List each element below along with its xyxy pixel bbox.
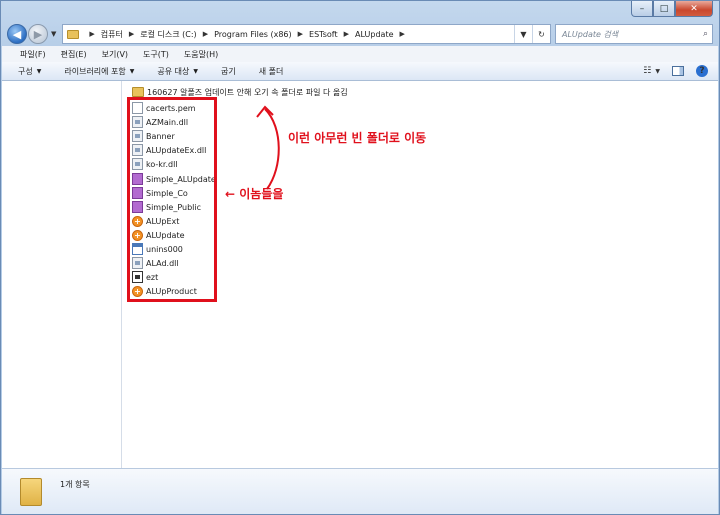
menu-tools[interactable]: 도구(T) — [143, 49, 169, 60]
recent-pages-dropdown[interactable]: ▼ — [51, 30, 56, 38]
chevron-down-icon: ▼ — [36, 67, 42, 75]
burn-label: 굽기 — [221, 66, 236, 76]
address-dropdown-icon[interactable]: ▼ — [514, 25, 532, 43]
refresh-icon[interactable]: ↻ — [532, 25, 550, 43]
details-pane: 1개 항목 — [2, 468, 718, 514]
explorer-window: – □ ✕ ◀ ▶ ▼ ▶ 컴퓨터 ▶ 로컬 디스크 (C:) ▶ Progra… — [0, 0, 720, 515]
minimize-button[interactable]: – — [631, 1, 653, 17]
view-options-dropdown[interactable]: ▼ — [655, 68, 660, 75]
menu-bar: 파일(F) 편집(E) 보기(V) 도구(T) 도움말(H) — [2, 46, 718, 62]
annotation-highlight-box — [127, 97, 217, 302]
annotation-curved-arrow — [256, 105, 280, 190]
change-view-icon[interactable]: ☷ — [643, 66, 651, 76]
help-icon[interactable]: ? — [696, 65, 708, 77]
breadcrumb-estsoft[interactable]: ESTsoft — [309, 30, 338, 39]
menu-file[interactable]: 파일(F) — [20, 49, 46, 60]
new-folder-label: 새 폴더 — [258, 66, 284, 76]
menu-view[interactable]: 보기(V) — [102, 49, 128, 60]
annotation-move-note: 이런 아무런 빈 폴더로 이동 — [288, 131, 427, 145]
search-input[interactable]: ALUpdate 검색 ⌕ — [555, 24, 713, 44]
organize-label: 구성 — [18, 66, 33, 76]
folder-icon — [132, 87, 144, 97]
search-placeholder: ALUpdate 검색 — [562, 29, 619, 39]
include-in-library-button[interactable]: 라이브러리에 포함 ▼ — [64, 66, 134, 77]
navigation-row: ◀ ▶ ▼ ▶ 컴퓨터 ▶ 로컬 디스크 (C:) ▶ Program File… — [7, 22, 713, 46]
chevron-down-icon: ▼ — [193, 67, 199, 75]
chevron-down-icon: ▼ — [129, 67, 135, 75]
menu-help[interactable]: 도움말(H) — [184, 49, 218, 60]
chevron-right-icon[interactable]: ▶ — [344, 30, 349, 38]
chevron-right-icon[interactable]: ▶ — [203, 30, 208, 38]
forward-button[interactable]: ▶ — [28, 24, 48, 44]
chevron-right-icon[interactable]: ▶ — [400, 30, 405, 38]
breadcrumb-program-files[interactable]: Program Files (x86) — [214, 30, 292, 39]
breadcrumb-computer[interactable]: 컴퓨터 — [101, 29, 123, 40]
back-arrow-icon: ◀ — [12, 27, 22, 41]
share-with-label: 공유 대상 — [157, 66, 190, 76]
organize-button[interactable]: 구성 ▼ — [18, 66, 41, 77]
chevron-right-icon[interactable]: ▶ — [89, 30, 94, 38]
close-button[interactable]: ✕ — [675, 1, 713, 17]
breadcrumb-alupdate[interactable]: ALUpdate — [355, 30, 394, 39]
folder-icon — [20, 478, 42, 506]
include-in-library-label: 라이브러리에 포함 — [64, 66, 126, 76]
breadcrumb-local-disk[interactable]: 로컬 디스크 (C:) — [140, 29, 196, 40]
item-count: 1개 항목 — [60, 480, 90, 489]
forward-arrow-icon: ▶ — [33, 27, 43, 41]
file-name: 160627 알폴즈 업데이트 안해 오기 속 폴더로 파일 다 옮김 — [147, 87, 348, 97]
caption-buttons: – □ ✕ — [631, 1, 713, 17]
back-button[interactable]: ◀ — [7, 24, 27, 44]
view-controls: ☷ ▼ ? — [631, 65, 708, 77]
address-bar[interactable]: ▶ 컴퓨터 ▶ 로컬 디스크 (C:) ▶ Program Files (x86… — [62, 24, 551, 44]
menu-edit[interactable]: 편집(E) — [61, 49, 87, 60]
command-bar: 구성 ▼ 라이브러리에 포함 ▼ 공유 대상 ▼ 굽기 새 폴더 ☷ ▼ ? — [2, 62, 718, 81]
chevron-right-icon[interactable]: ▶ — [298, 30, 303, 38]
burn-button[interactable]: 굽기 — [221, 66, 236, 77]
maximize-button[interactable]: □ — [653, 1, 675, 17]
chevron-right-icon[interactable]: ▶ — [129, 30, 134, 38]
share-with-button[interactable]: 공유 대상 ▼ — [157, 66, 198, 77]
annotation-these-note: ← 이놈들을 — [225, 187, 284, 201]
navigation-pane[interactable] — [2, 81, 122, 468]
new-folder-button[interactable]: 새 폴더 — [259, 66, 284, 77]
folder-icon — [67, 29, 80, 39]
search-icon[interactable]: ⌕ — [703, 29, 708, 39]
preview-pane-icon[interactable] — [672, 66, 684, 76]
